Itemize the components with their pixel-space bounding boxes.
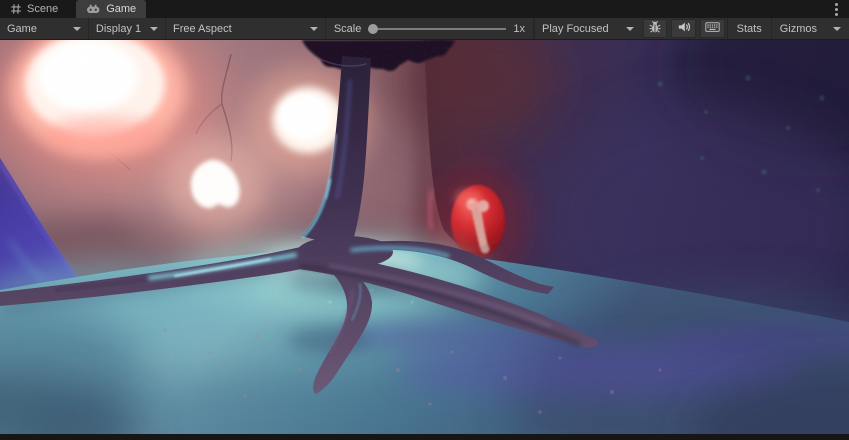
kebab-menu-icon[interactable] xyxy=(823,0,849,18)
tab-bar: Scene Game xyxy=(0,0,849,18)
debug-bug-icon xyxy=(648,20,662,37)
chevron-down-icon xyxy=(310,27,318,31)
tab-game-label: Game xyxy=(106,3,136,15)
keyboard-shortcuts-button[interactable] xyxy=(700,19,725,38)
display-target-label: Display 1 xyxy=(96,23,141,35)
scale-control: Scale 1x xyxy=(326,18,534,39)
display-target-dropdown[interactable]: Display 1 xyxy=(89,18,166,39)
scale-value: 1x xyxy=(513,23,525,35)
scale-slider-track xyxy=(368,28,506,30)
chevron-down-icon xyxy=(626,27,634,31)
chevron-down-icon xyxy=(833,27,841,31)
aspect-ratio-label: Free Aspect xyxy=(173,23,232,35)
game-viewport[interactable] xyxy=(0,40,849,434)
debug-bug-button[interactable] xyxy=(643,19,668,38)
scale-slider-knob[interactable] xyxy=(368,24,378,34)
play-focused-dropdown[interactable]: Play Focused xyxy=(534,18,641,39)
tab-scene[interactable]: Scene xyxy=(0,0,68,18)
tab-game[interactable]: Game xyxy=(76,0,146,18)
gizmos-dropdown[interactable]: Gizmos xyxy=(771,18,849,39)
tab-scene-label: Scene xyxy=(27,3,58,15)
film-grain xyxy=(0,40,849,434)
aspect-ratio-dropdown[interactable]: Free Aspect xyxy=(166,18,326,39)
display-mode-dropdown[interactable]: Game xyxy=(0,18,89,39)
game-render xyxy=(0,40,849,434)
chevron-down-icon xyxy=(150,27,158,31)
gizmos-label: Gizmos xyxy=(780,23,817,35)
window-bottom-border xyxy=(0,434,849,440)
audio-speaker-icon xyxy=(677,20,691,37)
display-mode-label: Game xyxy=(7,23,37,35)
game-toolbar: Game Display 1 Free Aspect Scale 1x Play… xyxy=(0,18,849,40)
scale-label: Scale xyxy=(334,23,362,35)
play-mode-label: Play Focused xyxy=(542,23,609,35)
chevron-down-icon xyxy=(73,27,81,31)
scale-slider[interactable] xyxy=(368,23,506,35)
stats-label: Stats xyxy=(737,23,762,35)
gamepad-icon xyxy=(86,4,101,15)
mute-audio-button[interactable] xyxy=(671,19,696,38)
keyboard-icon xyxy=(705,20,720,37)
grid-icon xyxy=(10,3,22,15)
stats-button[interactable]: Stats xyxy=(727,18,771,39)
unity-game-window: Scene Game Game Display 1 xyxy=(0,0,849,440)
